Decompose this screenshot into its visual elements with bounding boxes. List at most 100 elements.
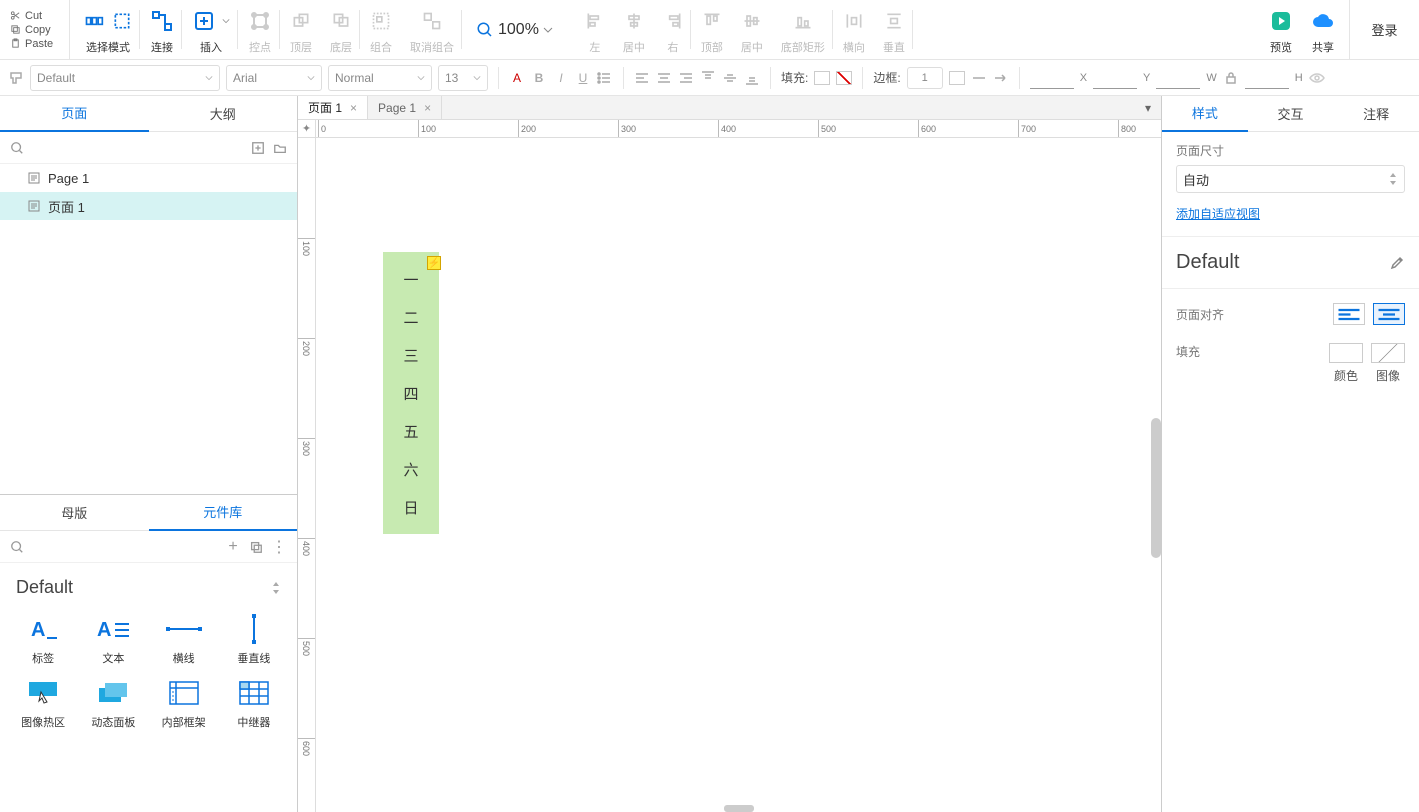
anchor-group: 控点: [240, 0, 280, 59]
fill-none-swatch[interactable]: [836, 71, 852, 85]
text-align-right-icon[interactable]: [678, 70, 694, 86]
connector-icon: [150, 9, 174, 33]
italic-button[interactable]: I: [553, 70, 569, 86]
library-search-row: + ⋮: [0, 531, 297, 563]
paint-format-icon[interactable]: [8, 70, 24, 86]
chevron-down-icon: [222, 17, 230, 25]
weight-dropdown[interactable]: Normal: [328, 65, 432, 91]
login-button[interactable]: 登录: [1349, 0, 1419, 59]
valign-top-icon[interactable]: [700, 70, 716, 86]
h-input[interactable]: [1245, 67, 1289, 89]
fontsize-dropdown[interactable]: 13: [438, 65, 488, 91]
x-input[interactable]: [1030, 67, 1074, 89]
fill-color-option[interactable]: 颜色: [1329, 343, 1363, 384]
zoom-group[interactable]: 100%: [464, 0, 565, 59]
y-input[interactable]: [1093, 67, 1137, 89]
repeater-widget-instance[interactable]: 一二三四五六日: [383, 252, 439, 534]
copy-icon: [10, 24, 21, 35]
close-icon[interactable]: ×: [424, 101, 431, 115]
widget-vline[interactable]: 垂直线: [219, 614, 289, 666]
more-icon[interactable]: ⋮: [271, 539, 287, 555]
add-folder-icon[interactable]: [273, 141, 287, 155]
bold-button[interactable]: B: [531, 70, 547, 86]
border-color-swatch[interactable]: [949, 71, 965, 85]
share-button[interactable]: 共享: [1303, 0, 1343, 59]
ribbon: 选择模式 连接 插入 控点 顶层 底层 组合 取消组合: [70, 0, 1349, 59]
visibility-icon[interactable]: [1309, 70, 1325, 86]
style-dropdown[interactable]: Default: [30, 65, 220, 91]
tab-scroll-icon[interactable]: ▾: [1135, 96, 1161, 119]
align-top-group: 顶部: [693, 0, 731, 59]
close-icon[interactable]: ×: [350, 101, 357, 115]
search-icon[interactable]: [10, 540, 24, 554]
add-page-icon[interactable]: [251, 141, 265, 155]
tab-style[interactable]: 样式: [1162, 95, 1248, 132]
widget-label[interactable]: A标签: [8, 614, 78, 666]
copy-menu[interactable]: Copy: [10, 24, 69, 36]
fill-color-swatch[interactable]: [814, 71, 830, 85]
tab-interactions[interactable]: 交互: [1248, 96, 1334, 131]
cut-menu[interactable]: Cut: [10, 10, 69, 22]
fill-image-option[interactable]: 图像: [1371, 343, 1405, 384]
align-right-group: 右: [655, 0, 691, 59]
widget-hline[interactable]: 横线: [149, 614, 219, 666]
bullets-icon[interactable]: [597, 70, 613, 86]
tab-pages[interactable]: 页面: [0, 95, 149, 132]
align-bottom-icon: [793, 11, 813, 31]
main-area: 页面 大纲 Page 1 页面 1 母版 元件库: [0, 96, 1419, 812]
connect-group[interactable]: 连接: [142, 0, 182, 59]
vertical-ruler[interactable]: 100200300400500600: [298, 138, 316, 812]
border-width-input[interactable]: [907, 67, 943, 89]
widget-inline-frame[interactable]: 内部框架: [149, 678, 219, 730]
horizontal-ruler[interactable]: 0100200300400500600700800: [316, 120, 1161, 138]
vertical-scrollbar[interactable]: [1151, 418, 1161, 558]
underline-button[interactable]: U: [575, 70, 591, 86]
page-tree-item[interactable]: 页面 1: [0, 192, 297, 220]
lightning-badge[interactable]: ⚡: [427, 256, 441, 270]
tab-widgets[interactable]: 元件库: [149, 494, 298, 531]
widget-dynamic-panel[interactable]: 动态面板: [78, 678, 148, 730]
text-align-center-icon[interactable]: [656, 70, 672, 86]
align-vcenter-icon: [742, 11, 762, 31]
add-adaptive-view-link[interactable]: 添加自适应视图: [1176, 205, 1260, 222]
widget-grid: A标签 A文本 横线 垂直线 图像热区 动态面板 内部框架 中继器: [0, 606, 297, 738]
edit-icon[interactable]: [1389, 255, 1405, 271]
canvas[interactable]: 一二三四五六日 ⚡: [316, 138, 1161, 812]
select-intersect-icon: [112, 11, 132, 31]
dist-h-group: 横向: [835, 0, 873, 59]
valign-middle-icon[interactable]: [722, 70, 738, 86]
border-arrow-icon[interactable]: [993, 70, 1009, 86]
preview-button[interactable]: 预览: [1261, 0, 1301, 59]
search-icon[interactable]: [10, 141, 24, 155]
tab-masters[interactable]: 母版: [0, 495, 149, 530]
align-center-group: 居中: [615, 0, 653, 59]
doc-tab[interactable]: 页面 1×: [298, 96, 368, 119]
font-dropdown[interactable]: Arial: [226, 65, 322, 91]
page-align-left[interactable]: [1333, 303, 1365, 325]
valign-bottom-icon[interactable]: [744, 70, 760, 86]
text-align-left-icon[interactable]: [634, 70, 650, 86]
widget-hotspot[interactable]: 图像热区: [8, 678, 78, 730]
add-lib-icon[interactable]: +: [225, 539, 241, 555]
page-align-center[interactable]: [1373, 303, 1405, 325]
tab-notes[interactable]: 注释: [1333, 96, 1419, 131]
bottom-handle[interactable]: [724, 805, 754, 812]
paste-menu[interactable]: Paste: [10, 38, 69, 50]
insert-group[interactable]: 插入: [184, 0, 238, 59]
list-item: 三: [403, 345, 418, 366]
ruler-origin[interactable]: ✦: [298, 120, 316, 138]
w-input[interactable]: [1156, 67, 1200, 89]
widget-repeater[interactable]: 中继器: [219, 678, 289, 730]
lock-aspect-icon[interactable]: [1223, 70, 1239, 86]
page-tree-item[interactable]: Page 1: [0, 164, 297, 192]
border-style-icon[interactable]: [971, 70, 987, 86]
doc-tab[interactable]: Page 1×: [368, 96, 442, 119]
tab-outline[interactable]: 大纲: [149, 96, 298, 131]
duplicate-icon[interactable]: [249, 540, 263, 554]
page-dimensions-select[interactable]: 自动: [1176, 165, 1405, 193]
font-color-icon[interactable]: A: [509, 70, 525, 86]
style-name: Default: [1176, 251, 1405, 274]
library-name[interactable]: Default: [12, 569, 285, 606]
select-mode-group[interactable]: 选择模式: [76, 0, 140, 59]
widget-text[interactable]: A文本: [78, 614, 148, 666]
